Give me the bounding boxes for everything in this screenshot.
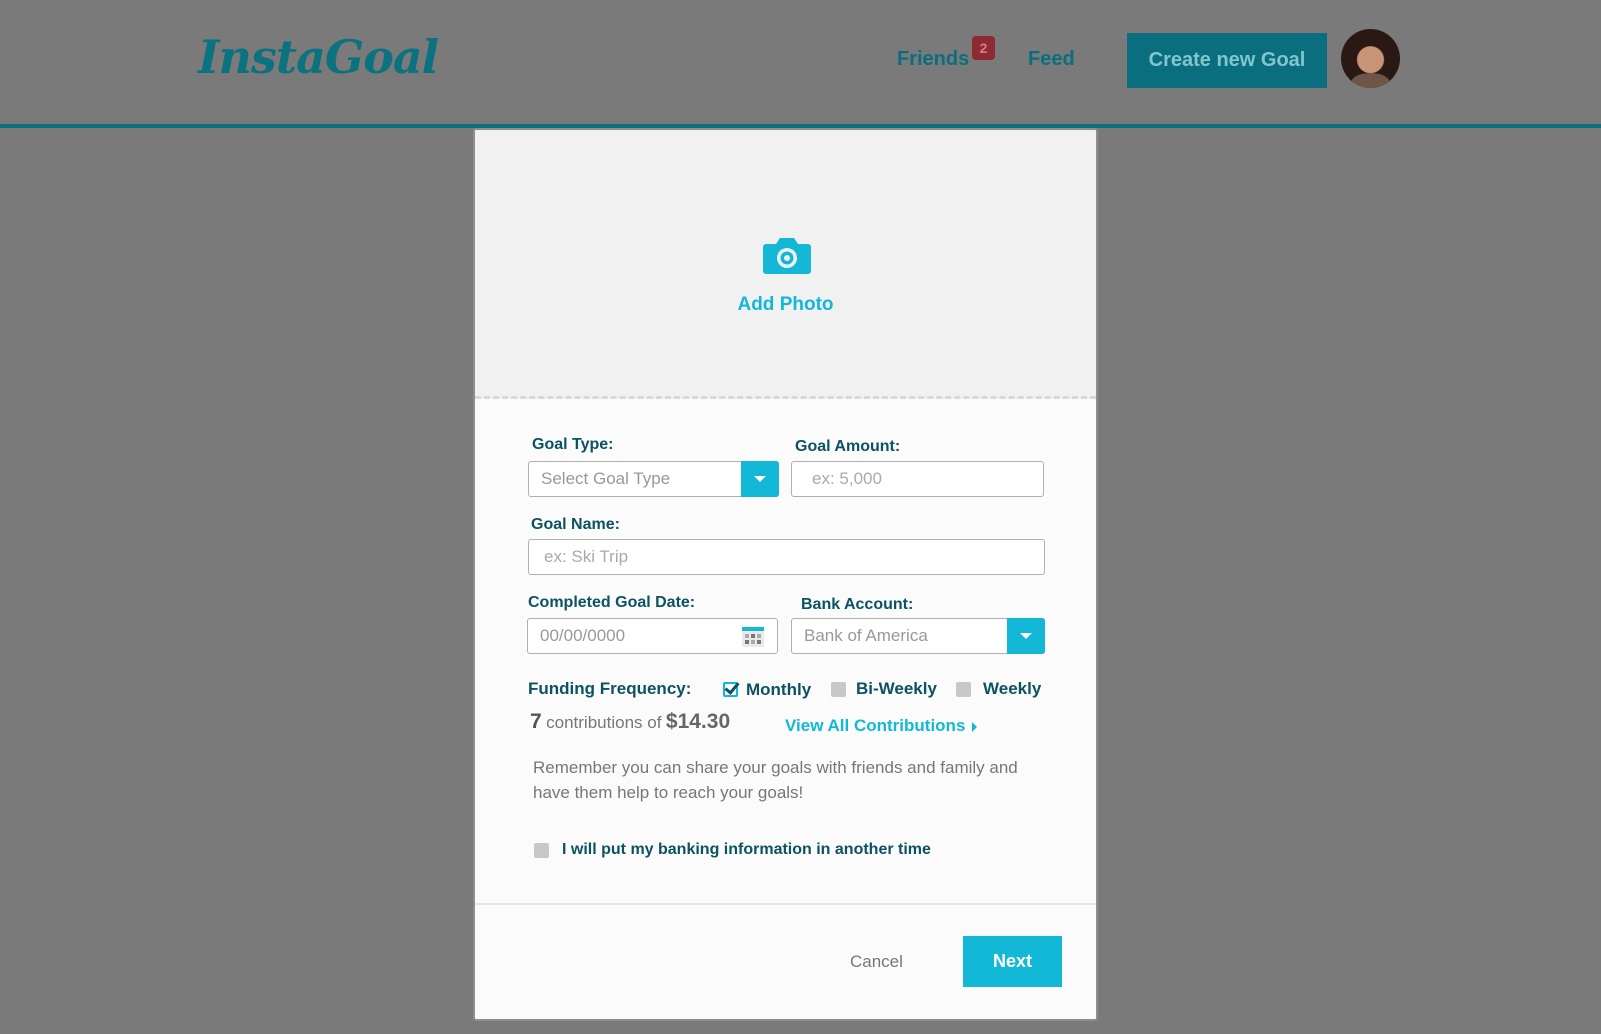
biweekly-checkbox[interactable] [831, 682, 846, 697]
calendar-icon[interactable] [742, 627, 764, 647]
bank-account-label: Bank Account: [801, 596, 914, 613]
app-logo[interactable]: InstaGoal [198, 30, 439, 84]
create-goal-modal: Add Photo Goal Type: Select Goal Type Go… [473, 128, 1098, 1021]
goal-name-input[interactable] [528, 539, 1045, 575]
app-header: InstaGoal Friends 2 Feed Create new Goal [0, 0, 1601, 128]
modal-footer: Cancel Next [475, 903, 1096, 1019]
contributions-count: 7 [530, 710, 542, 733]
biweekly-label[interactable]: Bi-Weekly [856, 679, 937, 699]
view-all-contributions-link[interactable]: View All Contributions [785, 716, 978, 736]
nav-feed[interactable]: Feed [1028, 48, 1075, 71]
banking-later-checkbox[interactable] [534, 843, 549, 858]
chevron-down-icon[interactable] [741, 461, 779, 497]
share-reminder-text: Remember you can share your goals with f… [533, 758, 1018, 802]
add-photo-label: Add Photo [737, 294, 834, 315]
create-goal-button[interactable]: Create new Goal [1127, 33, 1327, 88]
goal-date-label: Completed Goal Date: [528, 594, 696, 611]
bank-account-select[interactable]: Bank of America [791, 618, 1045, 654]
contributions-summary: 7 contributions of $14.30 [530, 710, 730, 734]
monthly-label[interactable]: Monthly [746, 680, 811, 700]
weekly-label[interactable]: Weekly [983, 679, 1041, 699]
goal-date-input[interactable]: 00/00/0000 [527, 618, 778, 654]
goal-type-placeholder: Select Goal Type [541, 469, 671, 488]
add-photo-area[interactable]: Add Photo [475, 130, 1096, 399]
user-avatar[interactable] [1341, 29, 1400, 88]
camera-icon [763, 238, 811, 274]
caret-right-icon [972, 721, 978, 732]
contributions-amount: $14.30 [665, 710, 731, 733]
friends-badge: 2 [972, 36, 995, 60]
contributions-text: contributions of [546, 713, 662, 732]
goal-name-label: Goal Name: [531, 516, 620, 533]
weekly-checkbox[interactable] [956, 682, 971, 697]
funding-frequency-label: Funding Frequency: [528, 679, 692, 698]
nav-friends[interactable]: Friends [897, 48, 969, 71]
goal-amount-input[interactable] [791, 461, 1044, 497]
banking-later-label[interactable]: I will put my banking information in ano… [562, 841, 931, 859]
cancel-button[interactable]: Cancel [850, 952, 903, 972]
monthly-checkbox[interactable] [723, 682, 738, 697]
view-all-label: View All Contributions [785, 716, 966, 735]
goal-amount-label: Goal Amount: [795, 438, 901, 455]
goal-type-label: Goal Type: [532, 436, 614, 453]
chevron-down-icon[interactable] [1007, 618, 1045, 654]
goal-date-placeholder: 00/00/0000 [540, 626, 626, 645]
bank-account-value: Bank of America [804, 626, 928, 645]
goal-type-select[interactable]: Select Goal Type [528, 461, 779, 497]
next-button[interactable]: Next [963, 936, 1062, 987]
